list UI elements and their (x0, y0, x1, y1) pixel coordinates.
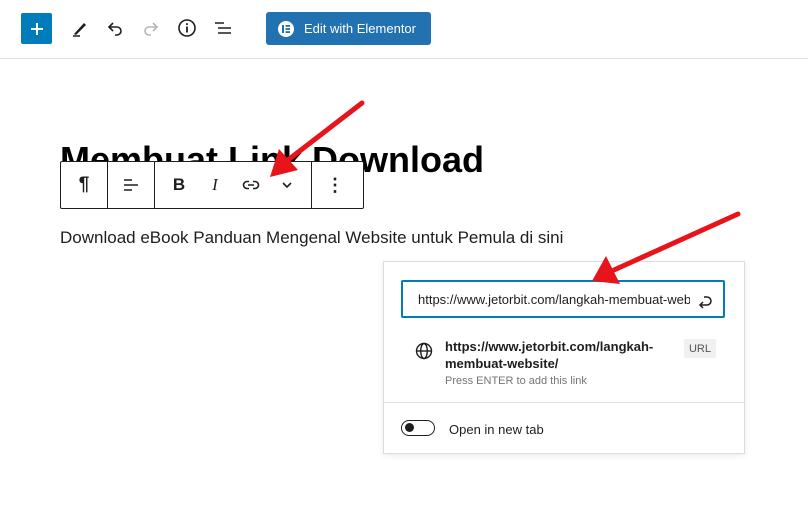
globe-icon (415, 342, 433, 360)
open-new-tab-toggle[interactable] (401, 420, 435, 436)
suggestion-hint: Press ENTER to add this link (445, 375, 587, 387)
block-options-button[interactable]: ⋮ (312, 162, 358, 208)
link-popover: https://www.jetorbit.com/langkah-membuat… (383, 261, 745, 454)
paragraph-block-button[interactable]: ¶ (61, 162, 107, 208)
block-toolbar: ¶ B I ⋮ (60, 161, 364, 209)
link-url-value: https://www.jetorbit.com/langkah-membuat… (418, 292, 690, 307)
link-button[interactable] (233, 162, 269, 208)
elementor-logo-icon (278, 20, 294, 37)
bold-button[interactable]: B (161, 162, 197, 208)
align-left-icon (124, 179, 138, 191)
add-block-button[interactable] (21, 13, 52, 44)
keyboard-return-icon (698, 296, 712, 309)
undo-button[interactable] (101, 14, 129, 42)
details-button[interactable] (173, 14, 201, 42)
more-vertical-icon: ⋮ (326, 174, 344, 195)
options-group: ⋮ (312, 162, 358, 208)
popover-divider (384, 402, 744, 403)
info-icon (178, 19, 196, 37)
bold-icon: B (172, 175, 186, 194)
editor-top-toolbar: Edit with Elementor (0, 0, 808, 59)
link-suggestion[interactable]: https://www.jetorbit.com/langkah-membuat… (384, 328, 744, 394)
format-group: B I (155, 162, 312, 208)
post-paragraph[interactable]: Download eBook Panduan Mengenal Website … (60, 228, 563, 248)
submit-link-button[interactable] (693, 289, 715, 311)
link-url-input[interactable]: https://www.jetorbit.com/langkah-membuat… (401, 280, 725, 318)
list-view-button[interactable] (209, 14, 237, 42)
align-group (108, 162, 155, 208)
toggle-knob (405, 423, 414, 432)
block-type-group: ¶ (61, 162, 108, 208)
italic-icon: I (212, 175, 218, 194)
link-icon (242, 180, 260, 190)
chevron-down-icon (282, 182, 292, 189)
plus-icon (30, 22, 43, 35)
align-button[interactable] (108, 162, 154, 208)
suggestion-url: https://www.jetorbit.com/langkah-membuat… (445, 339, 654, 371)
redo-button[interactable] (137, 14, 165, 42)
elementor-button-label: Edit with Elementor (304, 21, 416, 36)
italic-button[interactable]: I (197, 162, 233, 208)
redo-icon (144, 22, 159, 36)
paragraph-icon: ¶ (78, 174, 90, 195)
open-new-tab-label: Open in new tab (449, 422, 544, 437)
pencil-icon (73, 23, 86, 37)
more-formats-button[interactable] (269, 162, 305, 208)
list-view-icon (215, 22, 231, 34)
suggestion-type-badge: URL (684, 339, 716, 358)
edit-with-elementor-button[interactable]: Edit with Elementor (266, 12, 431, 45)
tools-button[interactable] (66, 14, 94, 42)
undo-icon (107, 22, 122, 36)
